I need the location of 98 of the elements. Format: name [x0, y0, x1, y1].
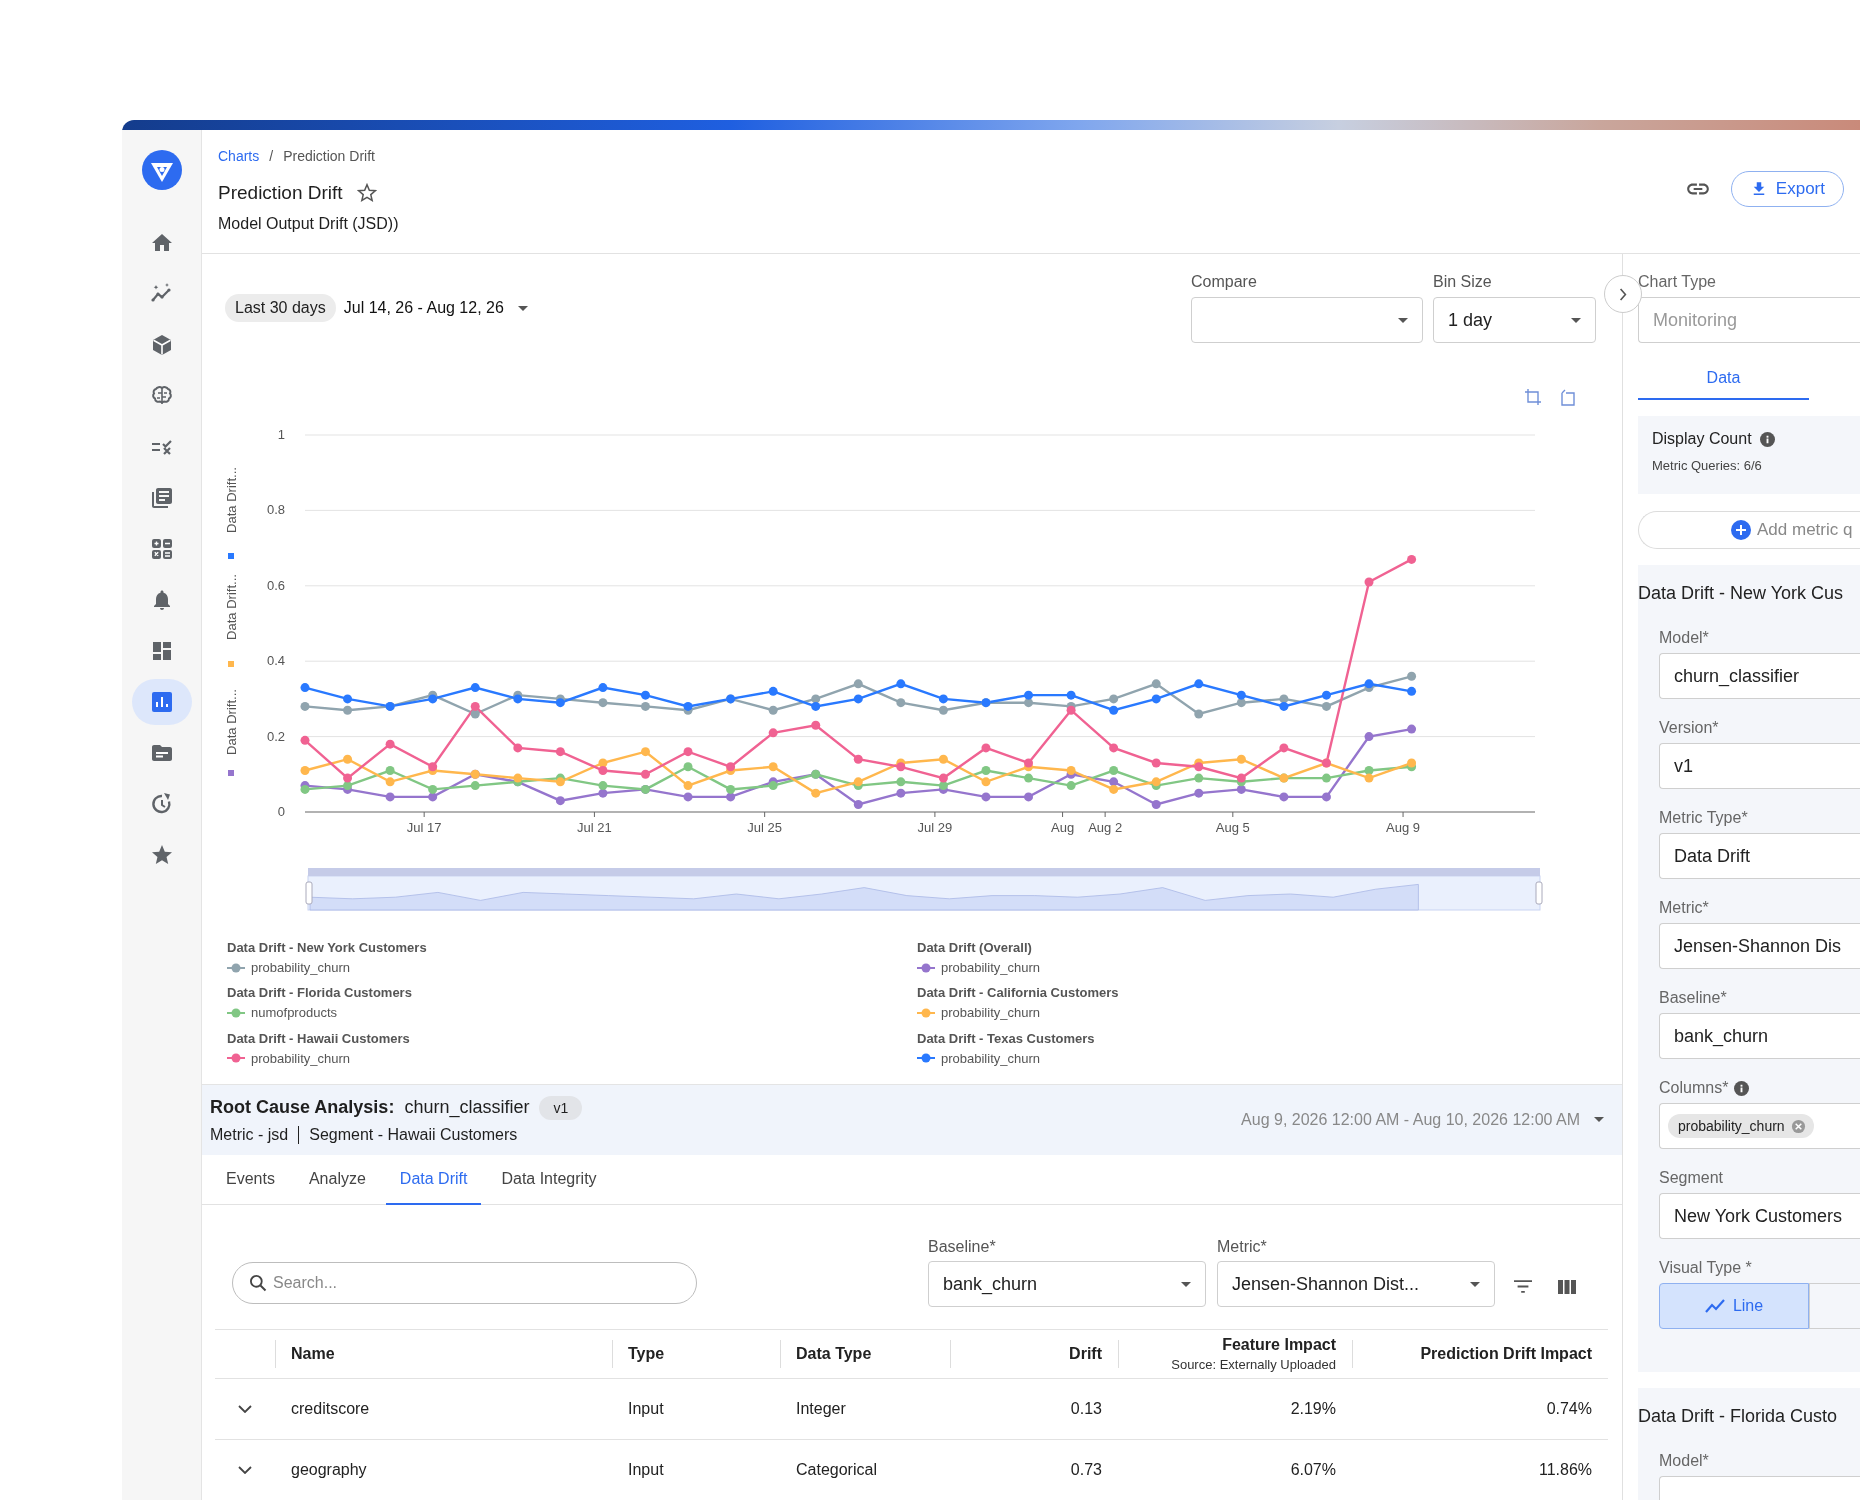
- legend-series-label: probability_churn: [251, 960, 350, 975]
- column-note: Source: Externally Uploaded: [1171, 1357, 1336, 1372]
- field-label: Baseline*: [1659, 988, 1728, 1008]
- bin-size-select[interactable]: 1 day: [1433, 297, 1596, 343]
- table-cell-text: 0.73: [1069, 1460, 1103, 1480]
- axis-tick-label: Jul 29: [917, 820, 953, 835]
- select-field[interactable]: churn_classifier: [1659, 653, 1860, 699]
- table-cell-text: 0.74%: [1545, 1399, 1593, 1419]
- metric-label: Metric - jsd: [210, 1125, 289, 1144]
- axis-tick-label: Aug 2: [1088, 820, 1123, 835]
- axis-title: Data Drift...: [224, 467, 239, 533]
- axis-tick-label: 0.6: [266, 577, 285, 593]
- column-header[interactable]: Type: [612, 1330, 780, 1378]
- breadcrumb-separator: /: [269, 148, 274, 164]
- axis-title: Data Drift...: [224, 689, 239, 755]
- query-count: Metric Queries: 6/6: [1652, 458, 1763, 473]
- field-label: Version*: [1659, 718, 1720, 738]
- table-cell-text: Input: [627, 1460, 665, 1480]
- field-label: Chart Type: [1638, 272, 1717, 292]
- field-label: Columns*: [1659, 1079, 1729, 1097]
- field-label: Baseline*: [928, 1238, 997, 1256]
- axis-tick-label: 0.4: [266, 653, 285, 669]
- tab[interactable]: Data Integrity: [487, 1154, 611, 1205]
- table-cell-text: 0.13: [1069, 1399, 1103, 1419]
- table-cell-text: 11.86%: [1537, 1460, 1593, 1480]
- legend-group-title: Data Drift - Hawaii Customers: [227, 1030, 411, 1046]
- axis-tick-label: Aug 5: [1215, 820, 1250, 835]
- column-picker[interactable]: probability_churn: [1659, 1103, 1860, 1149]
- export-button[interactable]: Export: [1730, 171, 1844, 207]
- axis-tick-label: 0.2: [266, 728, 285, 744]
- legend-series-label: probability_churn: [941, 960, 1040, 975]
- table-cell-text: geography: [290, 1460, 368, 1480]
- page-subtitle: Model Output Drift (JSD)): [218, 215, 400, 233]
- table-cell-text: Categorical: [795, 1460, 878, 1480]
- column-header: Feature Impact: [1222, 1336, 1336, 1354]
- column-header[interactable]: Data Type: [780, 1330, 950, 1378]
- table-cell-text: Integer: [795, 1399, 847, 1419]
- search-field[interactable]: Search...: [232, 1262, 697, 1304]
- table-cell-text: Input: [627, 1399, 665, 1419]
- select-field[interactable]: New York Customers: [1659, 1193, 1860, 1239]
- axis-tick-label: Jul 17: [406, 820, 442, 835]
- page-title: Prediction Drift: [218, 182, 343, 204]
- legend-series-label: probability_churn: [941, 1050, 1040, 1066]
- field-label: Metric Type*: [1659, 808, 1749, 828]
- legend-series-label: probability_churn: [251, 1050, 350, 1066]
- field-label: Bin Size: [1433, 273, 1493, 291]
- field-label: Model*: [1659, 1451, 1710, 1471]
- legend-group-title: Data Drift - California Customers: [917, 985, 1120, 1001]
- axis-tick-label: 1: [277, 427, 285, 442]
- axis-tick-label: 0.8: [266, 502, 285, 518]
- breadcrumb-link[interactable]: Charts: [218, 148, 260, 164]
- field-label: Compare: [1191, 273, 1258, 291]
- axis-tick-label: Aug 9: [1386, 820, 1421, 835]
- axis-tick-label: Jul 25: [747, 820, 782, 835]
- baseline-select[interactable]: bank_churn: [928, 1261, 1206, 1307]
- axis-tick-label: 0: [277, 804, 285, 819]
- card-title: Data Drift - New York Cus: [1638, 583, 1845, 604]
- table-cell-text: 6.07%: [1289, 1460, 1337, 1480]
- axis-tick-label: Jul 21: [577, 820, 612, 835]
- model-name: churn_classifier: [404, 1097, 530, 1119]
- tab[interactable]: Data Drift: [385, 1154, 482, 1205]
- field-label: Visual Type *: [1659, 1258, 1753, 1278]
- select-field[interactable]: v1: [1659, 743, 1860, 789]
- tab[interactable]: Analyze: [294, 1154, 380, 1205]
- date-range-picker[interactable]: Jul 14, 26 - Aug 12, 26: [343, 299, 528, 317]
- table-cell-text: 2.19%: [1289, 1399, 1337, 1419]
- field-label: Segment: [1659, 1168, 1725, 1188]
- field-label: Metric*: [1659, 898, 1710, 918]
- date-preset-chip[interactable]: Last 30 days: [225, 294, 336, 322]
- select-field[interactable]: Data Drift: [1659, 833, 1860, 879]
- legend-group-title: Data Drift - Texas Customers: [917, 1030, 1096, 1046]
- legend-group-title: Data Drift - Florida Customers: [227, 985, 413, 1001]
- axis-title: Data Drift...: [224, 574, 239, 640]
- tab[interactable]: Data: [1638, 358, 1809, 400]
- axis-tick-label: Aug: [1051, 820, 1075, 835]
- card-title: Display Count: [1652, 430, 1752, 448]
- select-field[interactable]: Jensen-Shannon Dis: [1659, 923, 1860, 969]
- metric-select[interactable]: Jensen-Shannon Dist...: [1217, 1261, 1495, 1307]
- legend-group-title: Data Drift (Overall): [917, 940, 1033, 955]
- legend-series-label: probability_churn: [941, 1005, 1040, 1021]
- column-header[interactable]: Drift: [950, 1330, 1118, 1378]
- breadcrumb-current: Prediction Drift: [283, 148, 375, 164]
- section-title: Root Cause Analysis:: [210, 1097, 395, 1119]
- chart-type-select: Monitoring: [1638, 297, 1860, 343]
- column-header[interactable]: Name: [275, 1330, 612, 1378]
- select-field[interactable]: bank_churn: [1659, 1013, 1860, 1059]
- tab[interactable]: Events: [212, 1154, 289, 1205]
- toggle-option[interactable]: Line: [1659, 1283, 1809, 1329]
- card-title: Data Drift - Florida Custo: [1638, 1406, 1839, 1427]
- column-header[interactable]: Prediction Drift Impact: [1352, 1330, 1608, 1378]
- field-label: Metric*: [1217, 1238, 1268, 1256]
- version-badge: v1: [539, 1095, 583, 1120]
- table-cell-text: creditscore: [290, 1399, 371, 1419]
- legend-group-title: Data Drift - New York Customers: [227, 940, 428, 955]
- legend-series-label: numofproducts: [251, 1005, 337, 1021]
- field-label: Model*: [1659, 628, 1710, 648]
- segment-label: Segment - Hawaii Customers: [309, 1125, 518, 1144]
- tag-chip[interactable]: probability_churn: [1668, 1114, 1814, 1138]
